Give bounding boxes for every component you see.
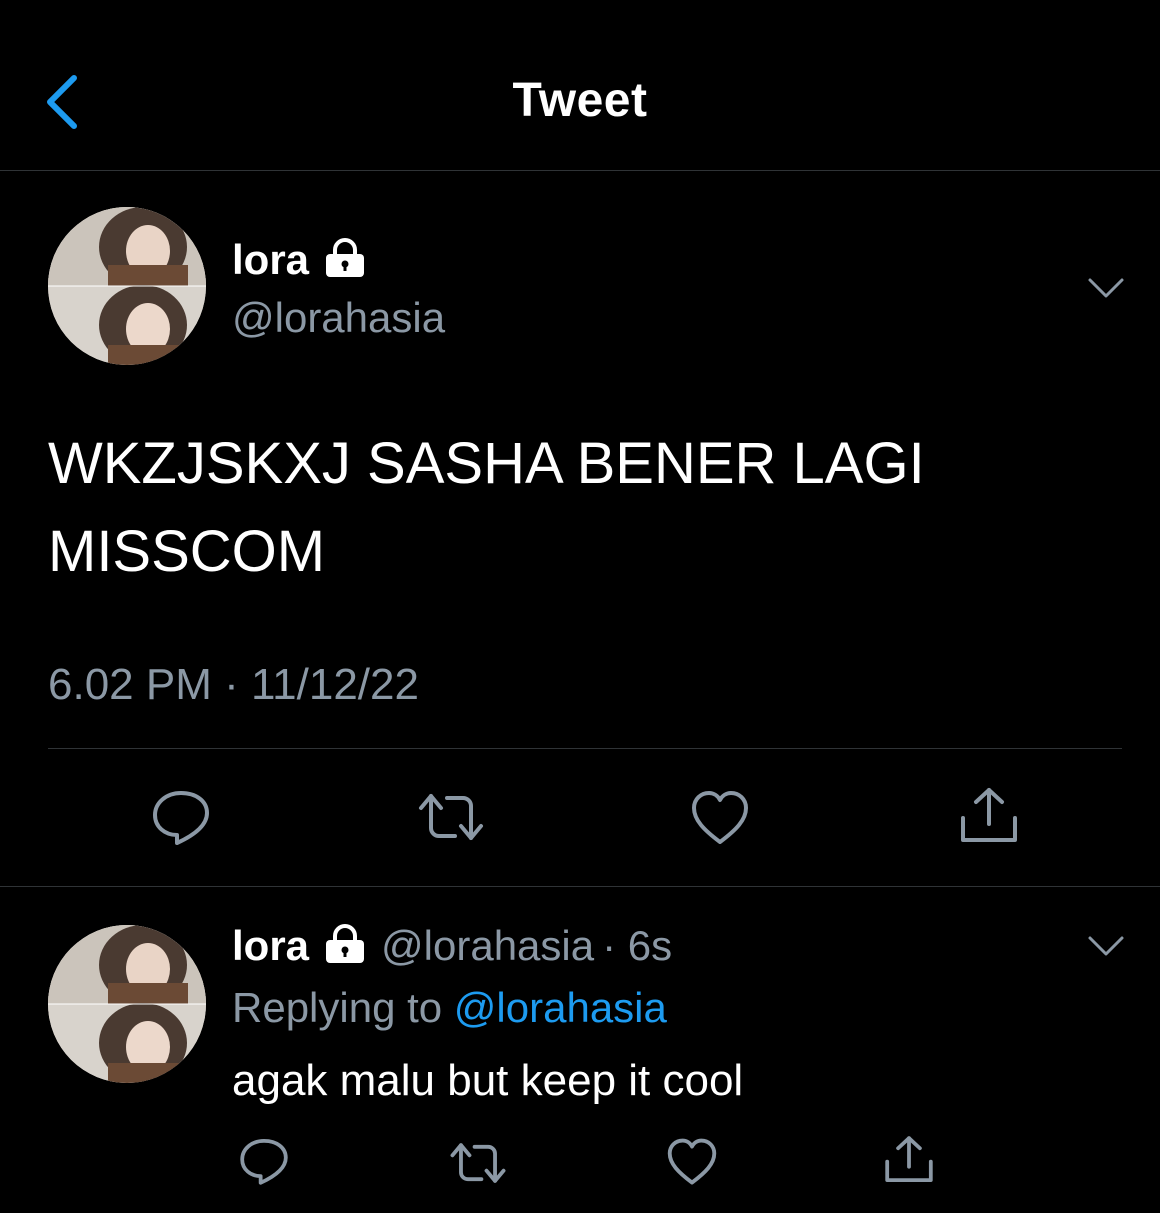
reply-icon[interactable]	[238, 1136, 290, 1186]
reply-age: · 6s	[602, 922, 673, 969]
tweet-timestamp[interactable]: 6.02 PM · 11/12/22	[48, 660, 419, 710]
author-name-text: lora	[232, 236, 310, 283]
lock-icon	[326, 238, 365, 277]
share-icon[interactable]	[883, 1134, 935, 1186]
reply-avatar[interactable]	[48, 925, 206, 1083]
avatar[interactable]	[48, 207, 206, 365]
reply-header: lora @lorahasia · 6s	[232, 922, 672, 970]
divider	[48, 748, 1122, 749]
reply-author-handle[interactable]: @lorahasia	[381, 922, 594, 969]
share-icon[interactable]	[958, 786, 1020, 846]
lock-icon	[326, 924, 365, 963]
heart-icon[interactable]	[690, 790, 750, 846]
reply-author-name[interactable]: lora	[232, 922, 309, 969]
retweet-icon[interactable]	[449, 1140, 507, 1186]
heart-icon[interactable]	[666, 1138, 718, 1186]
chevron-down-icon[interactable]	[1086, 934, 1126, 958]
author-name[interactable]: lora	[232, 236, 367, 284]
divider	[0, 886, 1160, 887]
chevron-down-icon[interactable]	[1086, 276, 1126, 300]
author-handle[interactable]: @lorahasia	[232, 294, 445, 342]
replying-handle-link[interactable]: @lorahasia	[454, 984, 667, 1031]
replying-prefix: Replying to	[232, 984, 443, 1031]
tweet-text: WKZJSKXJ SASHA BENER LAGI MISSCOM	[48, 431, 925, 584]
page-title: Tweet	[512, 74, 648, 127]
reply-icon[interactable]	[150, 788, 212, 846]
replying-to: Replying to @lorahasia	[232, 984, 667, 1032]
reply-text: agak malu but keep it cool	[232, 1056, 744, 1105]
top-bar: Tweet	[0, 0, 1160, 171]
retweet-icon[interactable]	[417, 790, 485, 844]
